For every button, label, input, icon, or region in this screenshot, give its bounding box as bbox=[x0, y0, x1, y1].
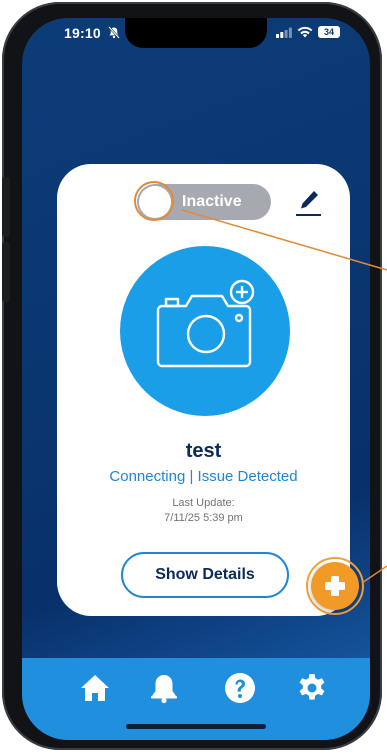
volume-down-button bbox=[2, 242, 10, 302]
toggle-label: Inactive bbox=[182, 193, 242, 210]
home-indicator bbox=[126, 724, 266, 729]
battery-icon: 34 bbox=[318, 26, 340, 38]
pencil-icon[interactable] bbox=[293, 188, 323, 218]
volume-up-button bbox=[2, 177, 10, 237]
help-icon[interactable] bbox=[224, 672, 256, 704]
home-icon[interactable] bbox=[79, 672, 111, 704]
silent-mode-icon bbox=[108, 26, 120, 39]
gear-icon[interactable] bbox=[296, 672, 328, 704]
plus-icon bbox=[325, 576, 345, 596]
add-device-button[interactable] bbox=[311, 562, 359, 610]
camera-add-icon bbox=[156, 279, 255, 368]
active-toggle[interactable]: Inactive bbox=[137, 184, 271, 220]
app-screen: 19:10 34 Inactive test Connecting | Issu… bbox=[22, 18, 370, 740]
device-image[interactable] bbox=[120, 246, 290, 416]
last-update: Last Update: 7/11/25 5:39 pm bbox=[57, 496, 350, 526]
bell-icon[interactable] bbox=[148, 672, 180, 704]
toggle-knob bbox=[139, 186, 171, 218]
device-status: Connecting | Issue Detected bbox=[109, 468, 298, 485]
last-update-value: 7/11/25 5:39 pm bbox=[164, 512, 243, 524]
status-time: 19:10 bbox=[64, 25, 101, 41]
status-indicators: 34 bbox=[276, 26, 340, 38]
last-update-label: Last Update: bbox=[172, 497, 235, 509]
device-card: Inactive test Connecting | Issue Detecte… bbox=[57, 164, 350, 616]
notch bbox=[125, 18, 267, 48]
wifi-icon bbox=[297, 26, 313, 38]
show-details-button[interactable]: Show Details bbox=[121, 552, 289, 598]
phone-frame: 19:10 34 Inactive test Connecting | Issu… bbox=[2, 2, 382, 750]
device-name: test bbox=[185, 440, 222, 462]
signal-icon bbox=[276, 27, 292, 38]
